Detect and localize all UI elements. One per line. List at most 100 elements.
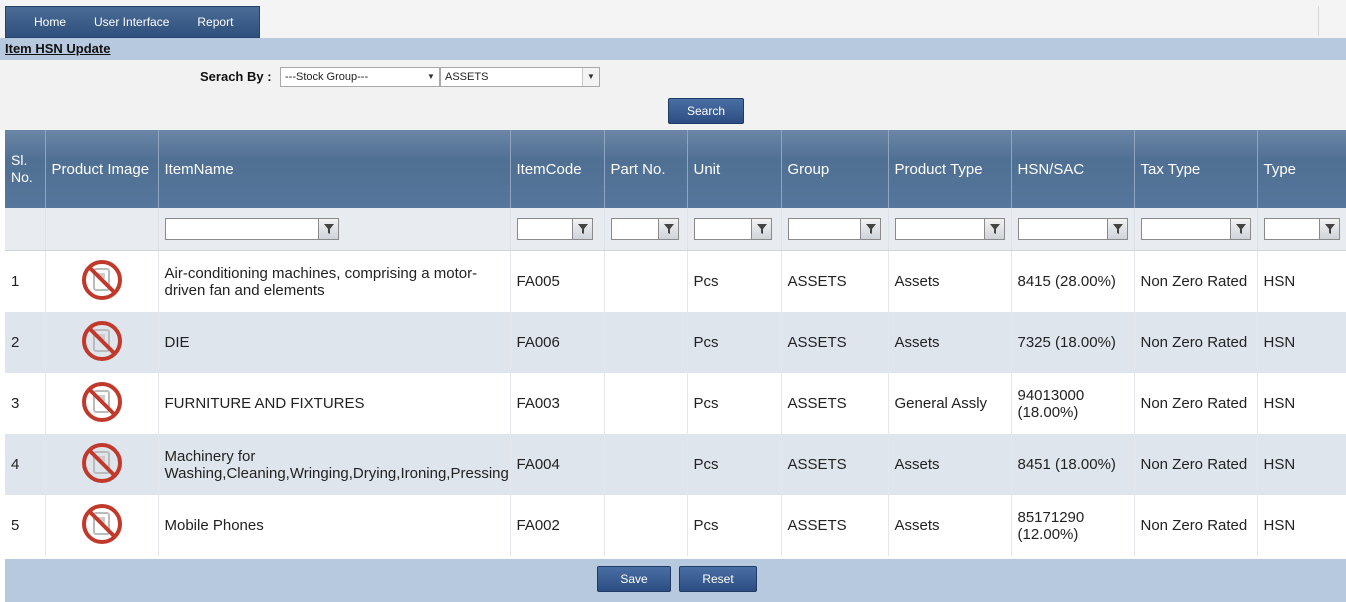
table-row[interactable]: 4 Machinery for Washing,Cleaning,Wringing…	[5, 434, 1346, 495]
header-product-image[interactable]: Product Image	[45, 130, 159, 208]
reset-button[interactable]: Reset	[679, 566, 757, 592]
header-part-no[interactable]: Part No.	[604, 130, 688, 208]
no-image-icon	[80, 503, 124, 550]
cell-product-image	[45, 495, 159, 556]
filter-icon[interactable]	[983, 219, 1004, 239]
cell-type: HSN	[1257, 312, 1346, 373]
cell-product-type: Assets	[888, 495, 1012, 556]
cell-part-no	[604, 373, 688, 434]
filter-icon[interactable]	[1318, 219, 1339, 239]
cell-sl-no: 4	[5, 434, 46, 495]
table-row[interactable]: 3 FURNITURE AND FIXTURES FA003 Pcs ASSETS Gen…	[5, 373, 1346, 434]
cell-product-image	[45, 373, 159, 434]
main-menu: Home User Interface Report	[5, 6, 260, 38]
cell-item-code: FA004	[510, 434, 605, 495]
filter-icon[interactable]	[859, 219, 880, 239]
cell-product-type: General Assly	[888, 373, 1012, 434]
cell-part-no	[604, 434, 688, 495]
item-table: Sl. No. Product Image ItemName ItemCode …	[5, 130, 1346, 556]
menu-report[interactable]: Report	[169, 15, 233, 29]
cell-item-code: FA006	[510, 312, 605, 373]
table-row[interactable]: 2 DIE FA006 Pcs ASSETS Assets 7325 (18.00%) Non…	[5, 312, 1346, 373]
search-panel: Serach By : ---Stock Group--- ▼ ASSETS ▼…	[0, 60, 1346, 130]
cell-part-no	[604, 495, 688, 556]
filter-unit-input[interactable]	[693, 218, 772, 240]
filter-icon[interactable]	[657, 219, 678, 239]
search-by-label: Serach By :	[200, 69, 272, 84]
filter-icon[interactable]	[317, 219, 338, 239]
cell-product-type: Assets	[888, 250, 1012, 312]
table-row[interactable]: 1 Air-conditioning machines, comprising a…	[5, 250, 1346, 312]
filter-row	[5, 208, 1346, 251]
no-image-icon	[80, 320, 124, 367]
title-band: Item HSN Update	[0, 38, 1346, 60]
table-row[interactable]: 5 Mobile Phones FA002 Pcs ASSETS Assets 851712…	[5, 495, 1346, 556]
cell-group: ASSETS	[781, 250, 889, 312]
cell-type: HSN	[1257, 434, 1346, 495]
cell-sl-no: 1	[5, 250, 46, 312]
cell-product-type: Assets	[888, 312, 1012, 373]
chevron-down-icon[interactable]: ▼	[582, 68, 599, 86]
filter-icon[interactable]	[571, 219, 592, 239]
cell-sl-no: 2	[5, 312, 46, 373]
cell-type: HSN	[1257, 373, 1346, 434]
cell-item-name: Air-conditioning machines, comprising a …	[158, 250, 511, 312]
header-tax-type[interactable]: Tax Type	[1134, 130, 1258, 208]
cell-tax-type: Non Zero Rated	[1134, 312, 1258, 373]
header-group[interactable]: Group	[781, 130, 889, 208]
cell-sl-no: 5	[5, 495, 46, 556]
filter-type-input[interactable]	[1263, 218, 1340, 240]
header-hsn-sac[interactable]: HSN/SAC	[1011, 130, 1135, 208]
search-by-select[interactable]: ---Stock Group--- ▼	[280, 67, 440, 87]
no-image-icon	[80, 442, 124, 489]
cell-part-no	[604, 312, 688, 373]
header-product-type[interactable]: Product Type	[888, 130, 1012, 208]
header-sl-no[interactable]: Sl. No.	[5, 130, 46, 208]
filter-hsn-input[interactable]	[1017, 218, 1128, 240]
cell-item-code: FA002	[510, 495, 605, 556]
filter-part-no-input[interactable]	[610, 218, 679, 240]
cell-sl-no: 3	[5, 373, 46, 434]
chevron-down-icon[interactable]: ▼	[423, 68, 439, 86]
header-type[interactable]: Type	[1257, 130, 1346, 208]
page-title: Item HSN Update	[5, 41, 111, 56]
menu-divider	[1318, 6, 1319, 36]
filter-icon[interactable]	[1229, 219, 1250, 239]
cell-item-name: Machinery for Washing,Cleaning,Wringing,…	[158, 434, 511, 495]
filter-item-code-input[interactable]	[516, 218, 593, 240]
menu-user-interface[interactable]: User Interface	[66, 15, 169, 29]
cell-group: ASSETS	[781, 373, 889, 434]
cell-tax-type: Non Zero Rated	[1134, 434, 1258, 495]
search-button[interactable]: Search	[668, 98, 744, 124]
top-menu-bar: Home User Interface Report	[0, 0, 1346, 39]
cell-product-image	[45, 434, 159, 495]
search-by-value: ---Stock Group---	[285, 71, 369, 83]
filter-item-name-input[interactable]	[164, 218, 339, 240]
cell-part-no	[604, 250, 688, 312]
filter-product-type-input[interactable]	[894, 218, 1005, 240]
stock-group-value: ASSETS	[445, 71, 489, 83]
filter-tax-type-input[interactable]	[1140, 218, 1251, 240]
cell-item-name: DIE	[158, 312, 511, 373]
cell-item-name: Mobile Phones	[158, 495, 511, 556]
menu-home[interactable]: Home	[6, 15, 66, 29]
cell-item-name: FURNITURE AND FIXTURES	[158, 373, 511, 434]
header-unit[interactable]: Unit	[687, 130, 782, 208]
no-image-icon	[80, 381, 124, 428]
cell-hsn-sac: 8415 (28.00%)	[1011, 250, 1135, 312]
cell-tax-type: Non Zero Rated	[1134, 495, 1258, 556]
header-item-name[interactable]: ItemName	[158, 130, 511, 208]
cell-product-image	[45, 250, 159, 312]
save-button[interactable]: Save	[597, 566, 671, 592]
stock-group-select[interactable]: ASSETS ▼	[440, 67, 600, 87]
item-grid: Sl. No. Product Image ItemName ItemCode …	[5, 130, 1346, 556]
filter-icon[interactable]	[1106, 219, 1127, 239]
cell-hsn-sac: 7325 (18.00%)	[1011, 312, 1135, 373]
cell-unit: Pcs	[687, 312, 782, 373]
filter-group-input[interactable]	[787, 218, 881, 240]
cell-unit: Pcs	[687, 250, 782, 312]
footer-bar: Save Reset	[5, 559, 1346, 602]
header-item-code[interactable]: ItemCode	[510, 130, 605, 208]
filter-icon[interactable]	[750, 219, 771, 239]
cell-hsn-sac: 85171290 (12.00%)	[1011, 495, 1135, 556]
